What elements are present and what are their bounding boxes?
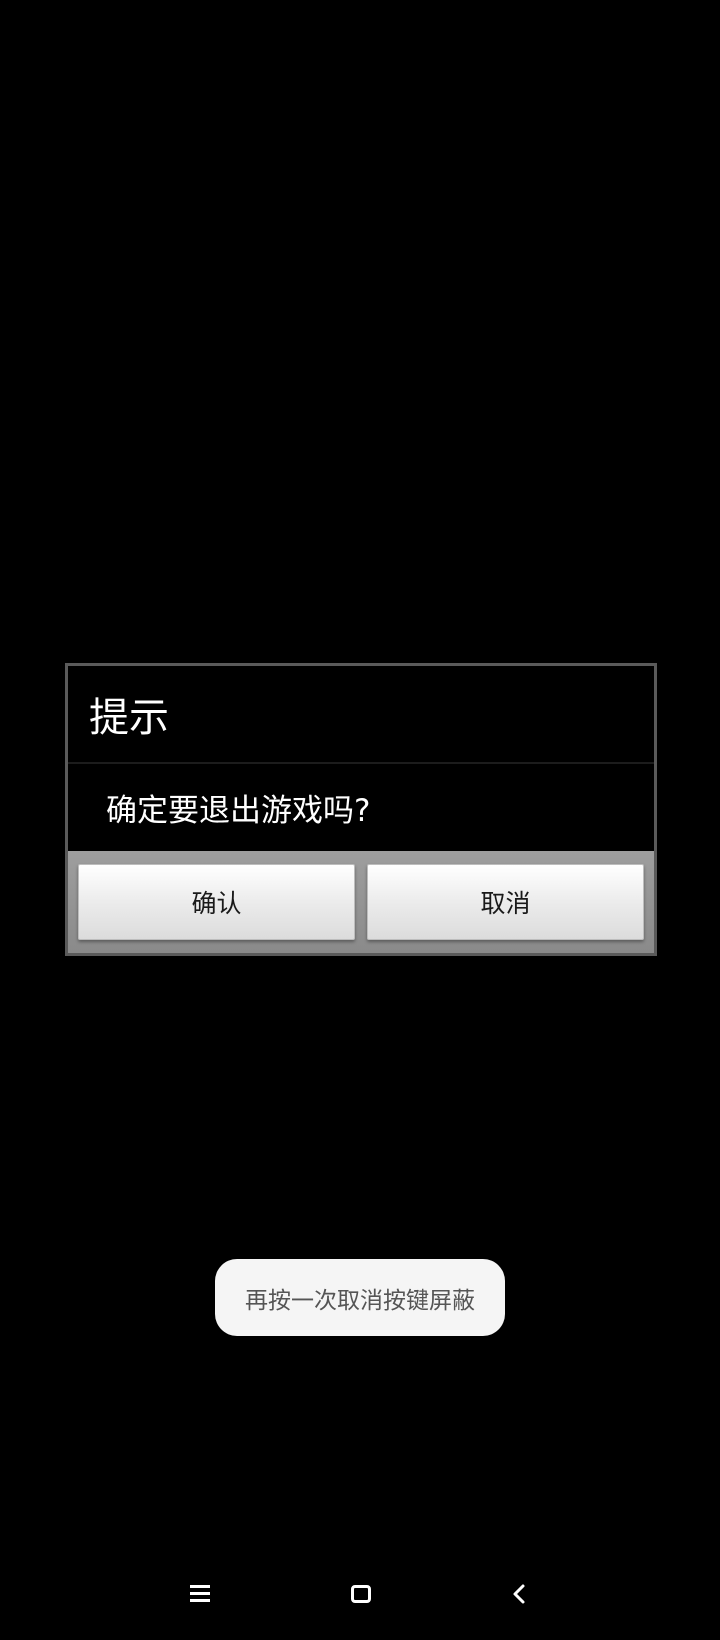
back-button[interactable] [497,1574,541,1618]
home-button[interactable] [339,1574,383,1618]
dialog-message: 确定要退出游戏吗? [106,793,371,829]
menu-icon [188,1583,212,1609]
system-navigation-bar [0,1560,720,1640]
cancel-button[interactable]: 取消 [367,864,644,940]
dialog-message-area: 确定要退出游戏吗? [68,764,654,851]
toast-message: 再按一次取消按键屏蔽 [215,1259,505,1336]
dialog-button-bar: 确认 取消 [68,851,654,953]
cancel-button-label: 取消 [480,889,531,918]
confirm-button[interactable]: 确认 [78,864,355,940]
exit-dialog: 提示 确定要退出游戏吗? 确认 取消 [65,663,657,956]
dialog-title: 提示 [89,695,169,741]
toast-text: 再按一次取消按键屏蔽 [245,1287,475,1314]
confirm-button-label: 确认 [191,889,242,918]
recent-apps-button[interactable] [178,1574,222,1618]
home-icon [350,1583,372,1609]
dialog-title-bar: 提示 [68,666,654,764]
back-icon [508,1583,530,1609]
